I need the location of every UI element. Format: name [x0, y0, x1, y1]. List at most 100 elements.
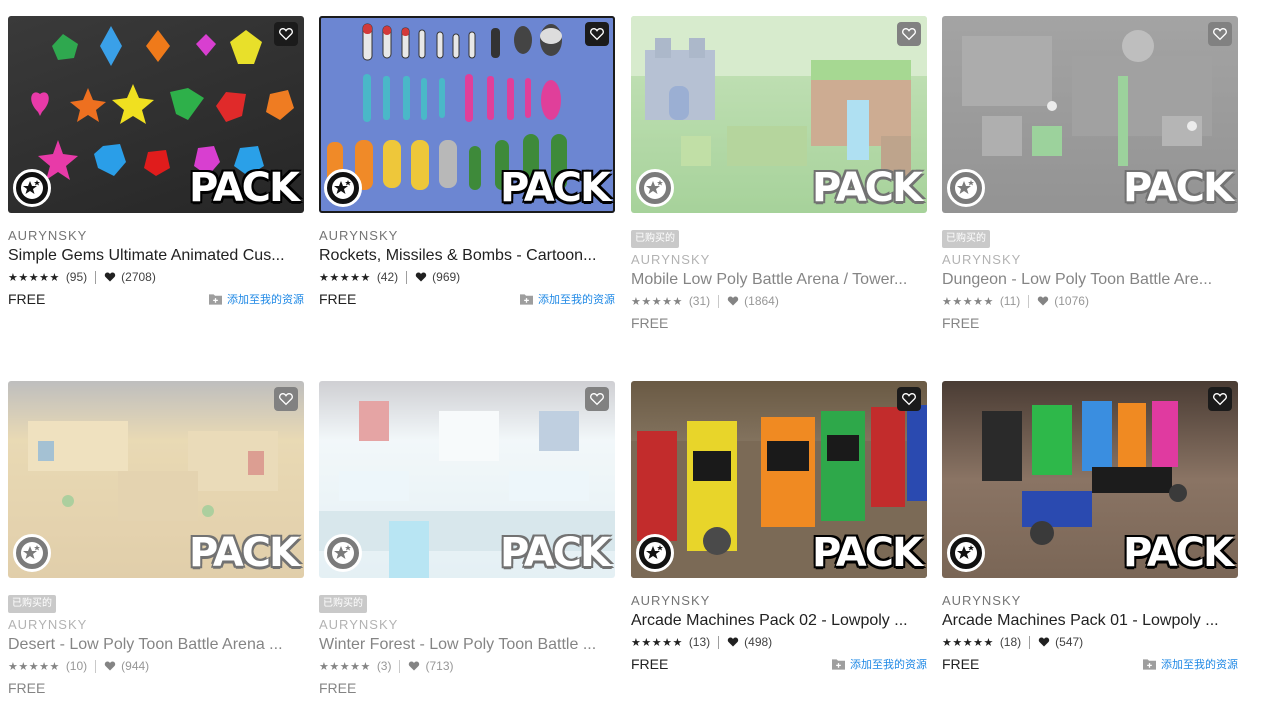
asset-thumbnail[interactable]: PACK: [942, 16, 1238, 213]
pack-label: PACK: [500, 165, 611, 211]
star-badge-icon: [13, 534, 51, 572]
asset-thumbnail[interactable]: PACK: [631, 16, 927, 213]
likes-count: (1076): [1054, 294, 1089, 308]
asset-title[interactable]: Mobile Low Poly Battle Arena / Tower...: [631, 270, 927, 290]
asset-thumbnail[interactable]: PACK: [8, 16, 304, 213]
favorite-heart-icon[interactable]: [1208, 22, 1232, 46]
heart-icon: [415, 272, 427, 282]
price: FREE: [942, 315, 980, 331]
likes-count: (944): [121, 659, 150, 673]
divider: [718, 294, 720, 308]
purchased-badge: 已购买的: [942, 230, 990, 248]
star-badge-icon: [324, 534, 362, 572]
asset-title[interactable]: Rockets, Missiles & Bombs - Cartoon...: [319, 246, 615, 266]
divider: [95, 659, 97, 673]
asset-card[interactable]: PACK AURYNSKY Arcade Machines Pack 02 - …: [631, 381, 927, 672]
publisher-name[interactable]: AURYNSKY: [319, 617, 615, 632]
rating-row: ★★★★★ (42) (969): [319, 269, 615, 285]
add-to-my-assets-link[interactable]: 添加至我的资源: [832, 656, 927, 672]
divider: [95, 270, 97, 284]
price: FREE: [942, 656, 980, 672]
pack-label: PACK: [1123, 530, 1234, 576]
pack-label: PACK: [500, 530, 611, 576]
asset-card[interactable]: PACK 已购买的 AURYNSKY Desert - Low Poly Too…: [8, 381, 304, 696]
heart-icon: [409, 661, 420, 671]
star-badge-icon: [636, 169, 674, 207]
rating-stars-icon: ★★★★★: [631, 295, 683, 308]
rating-row: ★★★★★ (13) (498): [631, 634, 927, 650]
folder-add-icon: [209, 294, 222, 305]
rating-row: ★★★★★ (31) (1864): [631, 293, 927, 309]
likes-count: (1864): [744, 294, 779, 308]
rating-row: ★★★★★ (11) (1076): [942, 293, 1238, 309]
asset-title[interactable]: Desert - Low Poly Toon Battle Arena ...: [8, 635, 304, 655]
folder-add-icon: [520, 294, 533, 305]
heart-icon: [1038, 296, 1049, 306]
rating-row: ★★★★★ (18) (547): [942, 634, 1238, 650]
purchased-badge: 已购买的: [319, 595, 367, 613]
rating-count: (95): [65, 270, 88, 284]
asset-card[interactable]: PACK AURYNSKY Simple Gems Ultimate Anima…: [8, 16, 304, 307]
likes-count: (547): [1055, 635, 1084, 649]
publisher-name[interactable]: AURYNSKY: [631, 593, 927, 608]
rating-count: (10): [65, 659, 88, 673]
asset-title[interactable]: Dungeon - Low Poly Toon Battle Are...: [942, 270, 1238, 290]
asset-title[interactable]: Arcade Machines Pack 02 - Lowpoly ...: [631, 611, 927, 631]
likes-count: (713): [425, 659, 454, 673]
rating-stars-icon: ★★★★★: [8, 271, 60, 284]
asset-card[interactable]: PACK AURYNSKY Rockets, Missiles & Bombs …: [319, 16, 615, 307]
asset-thumbnail[interactable]: PACK: [319, 16, 615, 213]
price: FREE: [631, 656, 669, 672]
divider: [406, 270, 408, 284]
asset-card[interactable]: PACK 已购买的 AURYNSKY Winter Forest - Low P…: [319, 381, 615, 696]
asset-card[interactable]: PACK 已购买的 AURYNSKY Mobile Low Poly Battl…: [631, 16, 927, 331]
asset-card[interactable]: PACK AURYNSKY Arcade Machines Pack 01 - …: [942, 381, 1238, 672]
publisher-name[interactable]: AURYNSKY: [631, 252, 927, 267]
rating-stars-icon: ★★★★★: [631, 636, 683, 649]
publisher-name[interactable]: AURYNSKY: [8, 617, 304, 632]
asset-title[interactable]: Arcade Machines Pack 01 - Lowpoly ...: [942, 611, 1238, 631]
likes-count: (2708): [121, 270, 156, 284]
favorite-heart-icon[interactable]: [897, 22, 921, 46]
rating-count: (18): [999, 635, 1022, 649]
rating-stars-icon: ★★★★★: [8, 660, 60, 673]
asset-thumbnail[interactable]: PACK: [631, 381, 927, 578]
pack-label: PACK: [189, 530, 300, 576]
publisher-name[interactable]: AURYNSKY: [942, 593, 1238, 608]
add-to-my-assets-link[interactable]: 添加至我的资源: [1143, 656, 1238, 672]
add-to-my-assets-link[interactable]: 添加至我的资源: [520, 291, 615, 307]
rating-row: ★★★★★ (3) (713): [319, 658, 615, 674]
favorite-heart-icon[interactable]: [585, 22, 609, 46]
favorite-heart-icon[interactable]: [274, 22, 298, 46]
pack-label: PACK: [812, 165, 923, 211]
divider: [718, 635, 720, 649]
publisher-name[interactable]: AURYNSKY: [8, 228, 304, 243]
favorite-heart-icon[interactable]: [897, 387, 921, 411]
publisher-name[interactable]: AURYNSKY: [319, 228, 615, 243]
add-to-my-assets-label: 添加至我的资源: [850, 659, 927, 671]
publisher-name[interactable]: AURYNSKY: [942, 252, 1238, 267]
rating-count: (42): [376, 270, 399, 284]
divider: [399, 659, 401, 673]
asset-title[interactable]: Simple Gems Ultimate Animated Cus...: [8, 246, 304, 266]
add-to-my-assets-link[interactable]: 添加至我的资源: [209, 291, 304, 307]
favorite-heart-icon[interactable]: [274, 387, 298, 411]
heart-icon: [104, 272, 116, 282]
asset-thumbnail[interactable]: PACK: [8, 381, 304, 578]
folder-add-icon: [1143, 659, 1156, 670]
likes-count: (498): [744, 635, 773, 649]
favorite-heart-icon[interactable]: [1208, 387, 1232, 411]
rating-count: (11): [999, 294, 1021, 308]
heart-icon: [104, 661, 116, 671]
favorite-heart-icon[interactable]: [585, 387, 609, 411]
purchased-badge: 已购买的: [8, 595, 56, 613]
price: FREE: [319, 680, 357, 696]
asset-thumbnail[interactable]: PACK: [942, 381, 1238, 578]
divider: [1028, 294, 1030, 308]
asset-card[interactable]: PACK 已购买的 AURYNSKY Dungeon - Low Poly To…: [942, 16, 1238, 331]
pack-label: PACK: [189, 165, 300, 211]
price: FREE: [631, 315, 669, 331]
asset-title[interactable]: Winter Forest - Low Poly Toon Battle ...: [319, 635, 615, 655]
pack-label: PACK: [812, 530, 923, 576]
asset-thumbnail[interactable]: PACK: [319, 381, 615, 578]
